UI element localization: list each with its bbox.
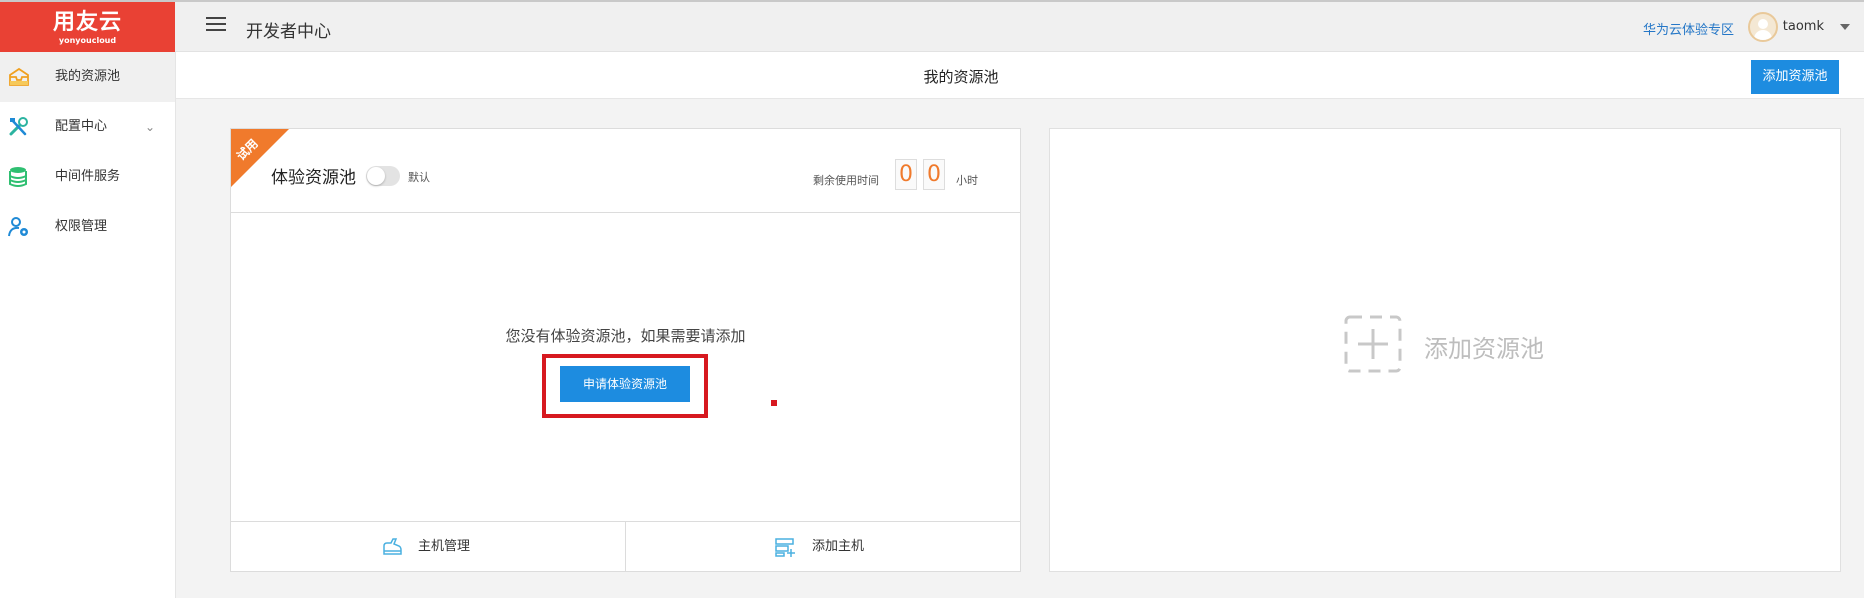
- cursor-marker: [771, 400, 777, 406]
- pool-card-footer: 主机管理 添加主机: [231, 521, 1020, 571]
- host-management-icon: [383, 538, 402, 555]
- add-plus-icon: [1344, 315, 1402, 373]
- logo-text: 用友云: [52, 10, 122, 35]
- add-resource-pool-card[interactable]: 添加资源池: [1049, 128, 1841, 572]
- host-management-button[interactable]: 主机管理: [231, 522, 626, 571]
- remaining-time-digit: 0: [895, 159, 917, 190]
- page-header: 我的资源池 添加资源池: [176, 52, 1864, 99]
- user-gear-icon: [8, 217, 28, 237]
- server-add-icon: [775, 538, 795, 557]
- default-label: 默认: [408, 171, 430, 184]
- sidebar-item-label: 配置中心: [55, 119, 108, 134]
- apply-experience-pool-button[interactable]: 申请体验资源池: [560, 366, 690, 402]
- tools-icon: [9, 117, 28, 136]
- toggle-knob: [367, 167, 385, 185]
- empty-pool-message: 您没有体验资源池，如果需要请添加: [505, 327, 746, 345]
- huawei-cloud-link[interactable]: 华为云体验专区: [1643, 19, 1734, 38]
- sidebar-item-config-center[interactable]: 配置中心 ⌄: [0, 102, 175, 152]
- sidebar-item-my-resource-pool[interactable]: 我的资源池: [0, 52, 175, 102]
- add-resource-pool-label: 添加资源池: [1424, 335, 1544, 363]
- add-resource-pool-button[interactable]: 添加资源池: [1751, 60, 1839, 94]
- logo-subtext: yonyoucloud: [58, 36, 117, 45]
- user-menu-caret-icon[interactable]: [1840, 24, 1850, 30]
- app-title: 开发者中心: [246, 22, 331, 42]
- username[interactable]: taomk: [1783, 19, 1824, 34]
- host-management-label: 主机管理: [418, 539, 471, 554]
- page-title: 我的资源池: [923, 68, 999, 86]
- avatar[interactable]: [1748, 12, 1778, 42]
- pool-card-title: 体验资源池: [271, 168, 356, 188]
- add-host-label: 添加主机: [812, 539, 865, 554]
- sidebar-item-label: 中间件服务: [55, 169, 121, 184]
- experience-pool-card: 试用 体验资源池 默认 剩余使用时间 0 0 小时 您没有体验资源池，如果需要请…: [230, 128, 1021, 572]
- remaining-time-digit: 0: [923, 159, 945, 190]
- add-host-button[interactable]: 添加主机: [626, 522, 1020, 571]
- sidebar: 我的资源池 配置中心 ⌄ 中间件服务 权限管理: [0, 52, 176, 598]
- sidebar-item-label: 我的资源池: [55, 69, 121, 84]
- sidebar-item-middleware[interactable]: 中间件服务: [0, 152, 175, 202]
- chevron-down-icon: ⌄: [145, 120, 156, 134]
- inbox-icon: [9, 67, 29, 86]
- divider: [231, 212, 1020, 213]
- sidebar-item-permissions[interactable]: 权限管理: [0, 202, 175, 252]
- database-icon: [9, 167, 27, 187]
- default-toggle[interactable]: [366, 166, 400, 186]
- hour-unit-label: 小时: [956, 174, 978, 187]
- top-bar: 用友云 yonyoucloud 开发者中心 华为云体验专区 taomk: [0, 0, 1864, 52]
- sidebar-item-label: 权限管理: [55, 219, 108, 234]
- brand-logo[interactable]: 用友云 yonyoucloud: [0, 2, 175, 52]
- remaining-time-label: 剩余使用时间: [813, 174, 879, 187]
- menu-toggle-icon[interactable]: [206, 17, 226, 33]
